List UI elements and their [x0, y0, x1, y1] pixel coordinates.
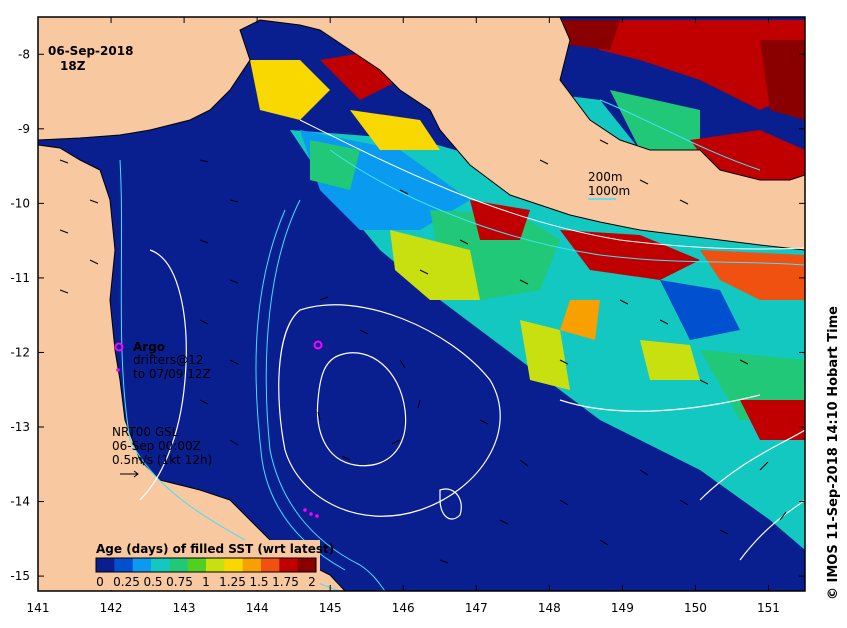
colorbar-swatch — [187, 558, 207, 572]
y-tick-label: -10 — [10, 196, 30, 210]
x-tick-label: 144 — [246, 601, 269, 615]
colorbar-tick-label: 0.5 — [143, 575, 162, 589]
map-date: 06-Sep-2018 — [48, 44, 133, 58]
y-tick-label: -14 — [10, 495, 30, 509]
colorbar-tick-label: 1.25 — [219, 575, 246, 589]
svg-text:1000m: 1000m — [588, 184, 630, 198]
svg-text:to 07/09 12Z: to 07/09 12Z — [133, 367, 211, 381]
svg-text:0.5m/s (1kt 12h): 0.5m/s (1kt 12h) — [112, 453, 212, 467]
svg-text:06-Sep 00:00Z: 06-Sep 00:00Z — [112, 439, 201, 453]
colorbar-swatch — [206, 558, 225, 572]
colorbar-swatch — [96, 558, 115, 572]
x-tick-label: 143 — [173, 601, 196, 615]
colorbar-tick-label: 0.25 — [113, 575, 140, 589]
svg-text:Argo: Argo — [133, 340, 165, 354]
y-tick-label: -9 — [18, 122, 30, 136]
colorbar-swatch — [297, 558, 317, 572]
colorbar-swatch — [132, 558, 152, 572]
x-tick-label: 151 — [757, 601, 780, 615]
colorbar-tick-label: 2 — [308, 575, 316, 589]
x-tick-label: 150 — [684, 601, 707, 615]
svg-text:NRT00 GSL: NRT00 GSL — [112, 425, 179, 439]
y-tick-label: -8 — [18, 47, 30, 61]
svg-text:Age (days) of filled SST (wrt: Age (days) of filled SST (wrt latest) — [96, 542, 334, 556]
x-tick-label: 141 — [27, 601, 50, 615]
colorbar-swatch — [261, 558, 280, 572]
map-hour: 18Z — [60, 59, 86, 73]
colorbar-tick-label: 1.5 — [249, 575, 268, 589]
x-tick-label: 148 — [538, 601, 561, 615]
colorbar-tick-label: 1.75 — [272, 575, 299, 589]
sst-map: 141 142 143 144 145 146 147 148 149 150 151 -8 -9 -1… — [10, 16, 806, 615]
svg-text:200m: 200m — [588, 170, 623, 184]
colorbar-tick-label: 1 — [202, 575, 210, 589]
x-tick-label: 142 — [100, 601, 123, 615]
colorbar-tick-label: 0 — [96, 575, 104, 589]
y-tick-label: -11 — [10, 271, 30, 285]
colorbar-swatch — [114, 558, 134, 572]
colorbar-swatch — [169, 558, 189, 572]
x-tick-label: 145 — [319, 601, 342, 615]
colorbar-swatch — [242, 558, 262, 572]
y-tick-label: -12 — [10, 345, 30, 359]
colorbar-swatch — [151, 558, 170, 572]
colorbar: Age (days) of filled SST (wrt latest) 00… — [92, 540, 334, 590]
colorbar-tick-label: 0.75 — [166, 575, 193, 589]
colorbar-swatch — [224, 558, 244, 572]
drifter-marker-icon — [116, 368, 120, 372]
y-tick-label: -15 — [10, 569, 30, 583]
copyright-caption: © IMOS 11-Sep-2018 14:10 Hobart Time — [826, 306, 841, 600]
colorbar-swatch — [279, 558, 299, 572]
x-tick-label: 147 — [465, 601, 488, 615]
x-tick-label: 146 — [392, 601, 415, 615]
svg-text:drifters@12: drifters@12 — [133, 353, 203, 367]
y-tick-label: -13 — [10, 420, 30, 434]
x-tick-label: 149 — [611, 601, 634, 615]
